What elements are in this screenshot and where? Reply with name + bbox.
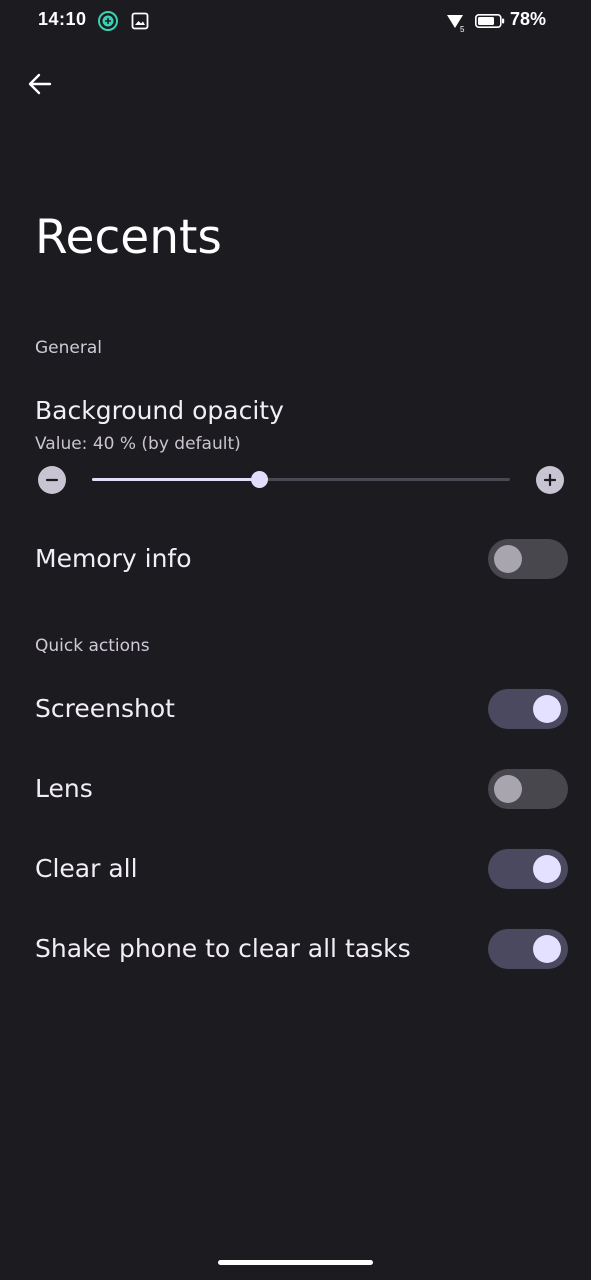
status-time: 14:10 [38, 9, 87, 29]
toggle-knob [533, 935, 561, 963]
memory-info-title: Memory info [35, 544, 192, 573]
page-title: Recents [35, 210, 222, 265]
background-opacity-value: Value: 40 % (by default) [35, 434, 241, 454]
memory-info-toggle[interactable] [488, 539, 568, 579]
svg-text:5: 5 [460, 25, 465, 33]
lens-toggle[interactable] [488, 769, 568, 809]
plus-icon [543, 473, 557, 487]
signal-icon: 5 [447, 15, 465, 33]
slider-fill [92, 478, 260, 481]
back-button[interactable] [18, 62, 62, 106]
battery-icon [475, 14, 505, 28]
slider-thumb[interactable] [251, 471, 269, 488]
gesture-nav-handle[interactable] [218, 1260, 373, 1265]
app-notification-icon [98, 11, 118, 31]
background-opacity-title: Background opacity [35, 396, 284, 425]
slider-increase-button[interactable] [536, 466, 564, 494]
battery-percent: 78% [510, 9, 547, 29]
arrow-left-icon [28, 73, 52, 95]
status-bar: 14:10 5 78% [0, 0, 591, 44]
section-header-general: General [35, 338, 102, 358]
section-header-quick-actions: Quick actions [35, 636, 150, 656]
clear-all-toggle[interactable] [488, 849, 568, 889]
toggle-knob [533, 695, 561, 723]
clear-all-title: Clear all [35, 854, 138, 883]
minus-icon [45, 478, 59, 482]
image-notification-icon [131, 12, 149, 30]
background-opacity-slider[interactable] [92, 471, 510, 488]
screenshot-toggle[interactable] [488, 689, 568, 729]
slider-decrease-button[interactable] [38, 466, 66, 494]
toggle-knob [494, 775, 522, 803]
lens-title: Lens [35, 774, 93, 803]
screenshot-title: Screenshot [35, 694, 175, 723]
shake-to-clear-title: Shake phone to clear all tasks [35, 934, 411, 963]
toggle-knob [533, 855, 561, 883]
shake-to-clear-toggle[interactable] [488, 929, 568, 969]
toggle-knob [494, 545, 522, 573]
